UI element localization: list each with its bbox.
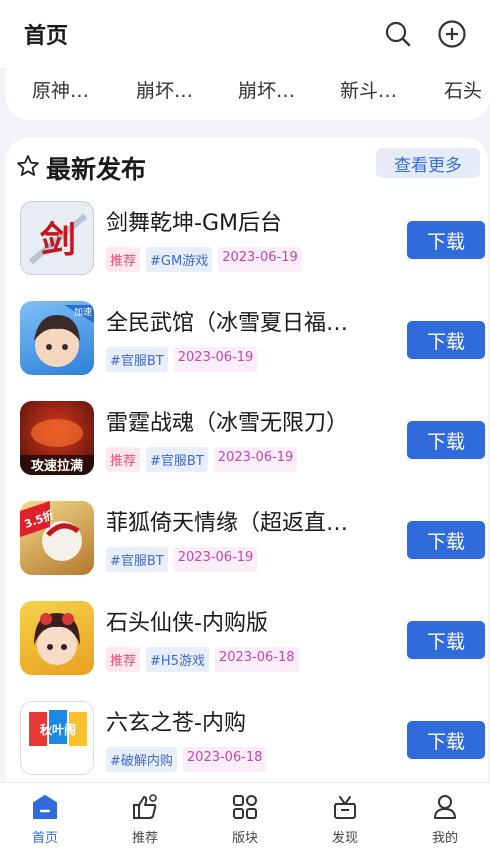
tag-badge: #官服BT [106,347,168,372]
download-button[interactable]: 下载 [407,421,485,459]
game-icon[interactable] [20,601,94,675]
category-strip: 原神… 崩坏… 崩坏… 新斗… 石头 [6,64,490,120]
bottom-nav: 首页 推荐 版块 发现 我的 [0,782,490,855]
download-button[interactable]: 下载 [407,221,485,259]
add-circle-icon[interactable] [436,18,468,50]
tag-badge: #H5游戏 [146,647,209,672]
game-icon[interactable]: 3.5折 [20,501,94,575]
download-button[interactable]: 下载 [407,321,485,359]
game-icon[interactable]: 攻速拉满 [20,401,94,475]
category-tab[interactable]: 新斗… [340,76,397,103]
nav-label: 版块 [231,831,258,846]
star-outline-icon [16,154,40,182]
nav-label: 我的 [431,831,458,846]
date-badge: 2023-06-19 [173,547,258,572]
game-name: 六玄之苍-内购 [106,711,246,736]
date-badge: 2023-06-19 [218,247,302,272]
date-badge: 2023-06-18 [182,747,267,772]
game-name: 菲狐倚天情缘（超返直… [106,511,349,536]
game-row[interactable]: 攻速拉满 雷霆战魂（冰雪无限刀） 推荐 #官服BT 2023-06-19 下载 [0,401,490,491]
search-icon[interactable] [382,18,414,50]
game-icon-text: 秋叶阁 [40,722,76,737]
thumbs-up-icon [129,791,161,823]
page-title: 首页 [24,24,69,49]
section-title: 最新发布 [46,155,147,184]
nav-recommend[interactable]: 推荐 [115,791,175,851]
tag-badge: 推荐 [106,647,141,672]
game-row[interactable]: 秋叶阁 六玄之苍-内购 #破解内购 2023-06-18 下载 [0,701,490,791]
gift-icon [329,791,361,823]
tag-badge: 推荐 [106,247,141,272]
category-tab[interactable]: 原神… [32,76,89,103]
nav-sections[interactable]: 版块 [215,791,275,851]
nav-discover[interactable]: 发现 [315,791,375,851]
game-icon-text: 加速 [74,307,92,318]
nav-label: 发现 [331,831,358,846]
game-icon[interactable]: 剑 [20,201,94,275]
game-name: 全民武馆（冰雪夏日福… [106,311,349,336]
tag-badge: #GM游戏 [146,247,213,272]
nav-label: 推荐 [131,831,158,846]
top-bar: 首页 [0,0,490,68]
game-name: 雷霆战魂（冰雪无限刀） [106,411,349,436]
tag-badge: #破解内购 [106,747,177,772]
category-tab[interactable]: 石头 [444,76,482,103]
tag-badge: 推荐 [106,447,141,472]
view-more-button[interactable]: 查看更多 [376,148,480,178]
date-badge: 2023-06-19 [173,347,258,372]
game-icon-text: 攻速拉满 [31,458,83,474]
game-row[interactable]: 剑 剑舞乾坤-GM后台 推荐 #GM游戏 2023-06-19 下载 [0,201,490,291]
nav-label: 首页 [31,831,58,846]
game-name: 剑舞乾坤-GM后台 [106,211,282,236]
user-icon [429,791,461,823]
home-icon [29,791,61,823]
tag-badge: #官服BT [106,547,168,572]
category-tab[interactable]: 崩坏… [238,76,295,103]
download-button[interactable]: 下载 [407,621,485,659]
game-row[interactable]: 石头仙侠-内购版 推荐 #H5游戏 2023-06-18 下载 [0,601,490,691]
game-icon[interactable]: 加速 [20,301,94,375]
download-button[interactable]: 下载 [407,721,485,759]
grid-icon [229,791,261,823]
section-header: 最新发布 [16,150,146,186]
game-icon-text: 剑 [40,219,76,261]
date-badge: 2023-06-19 [213,447,298,472]
game-icon[interactable]: 秋叶阁 [20,701,94,775]
nav-home[interactable]: 首页 [15,791,75,851]
download-button[interactable]: 下载 [407,521,485,559]
game-name: 石头仙侠-内购版 [106,611,268,636]
category-tab[interactable]: 崩坏… [136,76,193,103]
game-row[interactable]: 加速 全民武馆（冰雪夏日福… #官服BT 2023-06-19 下载 [0,301,490,391]
nav-profile[interactable]: 我的 [415,791,475,851]
tag-badge: #官服BT [146,447,208,472]
date-badge: 2023-06-18 [214,647,299,672]
game-row[interactable]: 3.5折 菲狐倚天情缘（超返直… #官服BT 2023-06-19 下载 [0,501,490,591]
